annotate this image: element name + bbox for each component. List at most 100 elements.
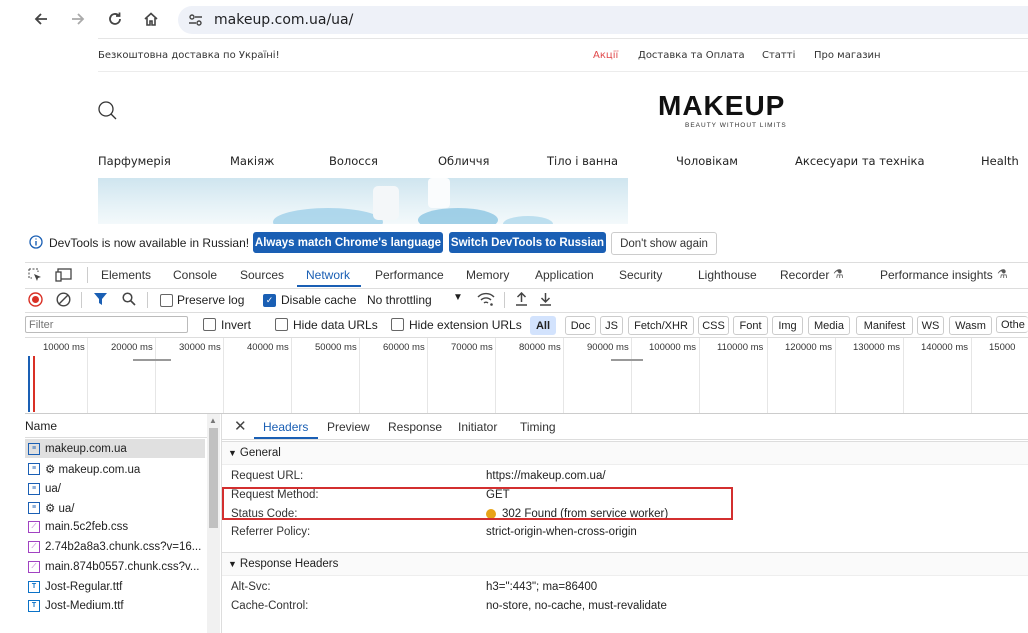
tab-console[interactable]: Console (173, 268, 217, 282)
dont-show-again-button[interactable]: Don't show again (611, 232, 717, 255)
network-conditions-icon[interactable] (477, 292, 495, 310)
header-value[interactable]: https://makeup.com.ua/ (486, 470, 606, 482)
always-match-language-button[interactable]: Always match Chrome's language (253, 232, 443, 253)
tab-application[interactable]: Application (535, 268, 594, 282)
dropdown-caret-icon[interactable]: ▼ (453, 292, 463, 303)
filter-funnel-icon[interactable] (94, 293, 107, 309)
site-settings-icon[interactable] (188, 13, 203, 30)
import-har-icon[interactable] (515, 291, 528, 309)
table-row[interactable]: ≡ ua/ (25, 479, 205, 498)
filter-css[interactable]: CSS (698, 316, 729, 335)
filter-wasm[interactable]: Wasm (949, 316, 992, 335)
category-body[interactable]: Тіло і ванна (547, 154, 618, 168)
tab-lighthouse[interactable]: Lighthouse (698, 268, 757, 282)
name-column-header[interactable]: Name (25, 419, 57, 433)
tab-network[interactable]: Network (306, 268, 350, 282)
promo-banner[interactable] (98, 178, 628, 224)
table-row[interactable]: T Jost-Medium.ttf (25, 596, 205, 615)
network-toolbar: Preserve log ✓ Disable cache No throttli… (25, 288, 1028, 313)
reload-icon[interactable] (104, 8, 126, 30)
record-stop-icon[interactable] (28, 292, 43, 310)
top-link-promotions[interactable]: Акції (593, 50, 618, 61)
infobar-message: DevTools is now available in Russian! (49, 236, 250, 250)
request-details-panel: ✕ Headers Preview Response Initiator Tim… (222, 414, 1028, 633)
throttling-select[interactable]: No throttling (367, 293, 432, 307)
device-toolbar-icon[interactable] (55, 268, 73, 285)
request-list-scrollbar[interactable]: ▲ (207, 414, 220, 633)
category-perfume[interactable]: Парфумерія (98, 154, 171, 168)
category-accessories[interactable]: Аксесуари та техніка (795, 154, 925, 168)
url-text[interactable]: makeup.com.ua/ua/ (214, 12, 353, 28)
export-har-icon[interactable] (539, 292, 552, 309)
table-row[interactable]: ⟋ main.874b0557.chunk.css?v... (25, 557, 205, 576)
address-bar[interactable]: makeup.com.ua/ua/ (178, 6, 1028, 34)
hide-extension-urls-checkbox[interactable] (391, 318, 404, 331)
filter-img[interactable]: Img (772, 316, 803, 335)
table-row[interactable]: ≡ ⚙ ua/ (25, 498, 205, 517)
timeline-tick: 20000 ms (111, 342, 153, 353)
filter-all[interactable]: All (530, 316, 556, 335)
timeline-tick: 70000 ms (451, 342, 493, 353)
tab-memory[interactable]: Memory (466, 268, 509, 282)
filter-js[interactable]: JS (600, 316, 623, 335)
filter-fetch-xhr[interactable]: Fetch/XHR (628, 316, 694, 335)
search-icon[interactable] (122, 292, 136, 309)
table-row[interactable]: ≡ makeup.com.ua (25, 439, 205, 458)
tab-recorder[interactable]: Recorder (780, 268, 829, 282)
tab-performance-insights[interactable]: Performance insights (880, 268, 993, 282)
response-headers-section-header[interactable]: ▼ Response Headers (222, 552, 1028, 576)
scrollbar-thumb[interactable] (209, 428, 218, 528)
timeline-gridline (563, 338, 564, 413)
header-value[interactable]: no-store, no-cache, must-revalidate (486, 600, 667, 612)
home-icon[interactable] (140, 8, 162, 30)
tab-performance[interactable]: Performance (375, 268, 444, 282)
invert-checkbox[interactable] (203, 318, 216, 331)
detail-tab-headers[interactable]: Headers (263, 420, 308, 434)
table-row[interactable]: ≡ ⚙ makeup.com.ua (25, 459, 205, 478)
detail-tab-response[interactable]: Response (388, 420, 442, 434)
filter-media[interactable]: Media (808, 316, 850, 335)
clear-icon[interactable] (56, 292, 71, 310)
category-makeup[interactable]: Макіяж (230, 154, 274, 168)
timeline-gridline (903, 338, 904, 413)
tab-elements[interactable]: Elements (101, 268, 151, 282)
header-value[interactable]: strict-origin-when-cross-origin (486, 526, 637, 538)
back-arrow-icon[interactable] (30, 8, 52, 30)
request-bar (611, 359, 643, 361)
detail-tab-initiator[interactable]: Initiator (458, 420, 497, 434)
filter-other[interactable]: Othe (996, 316, 1028, 333)
filter-ws[interactable]: WS (917, 316, 944, 335)
detail-tab-timing[interactable]: Timing (520, 420, 556, 434)
category-men[interactable]: Чоловікам (676, 154, 738, 168)
scroll-up-icon[interactable]: ▲ (209, 416, 217, 425)
preserve-log-checkbox[interactable] (160, 294, 173, 307)
filter-font[interactable]: Font (733, 316, 768, 335)
table-row[interactable]: ⟋ 2.74b2a8a3.chunk.css?v=16... (25, 537, 205, 556)
top-link-about[interactable]: Про магазин (814, 50, 881, 61)
filter-input[interactable] (25, 316, 188, 333)
tab-sources[interactable]: Sources (240, 268, 284, 282)
top-link-delivery[interactable]: Доставка та Оплата (638, 50, 745, 61)
category-hair[interactable]: Волосся (329, 154, 378, 168)
inspect-element-icon[interactable] (28, 268, 44, 285)
detail-tab-preview[interactable]: Preview (327, 420, 370, 434)
hide-data-urls-checkbox[interactable] (275, 318, 288, 331)
table-row[interactable]: T Jost-Regular.ttf (25, 577, 205, 596)
site-logo[interactable]: MAKEUP (658, 90, 785, 122)
general-section-header[interactable]: ▼ General (222, 441, 1028, 465)
switch-to-russian-button[interactable]: Switch DevTools to Russian (449, 232, 606, 253)
category-face[interactable]: Обличчя (438, 154, 489, 168)
table-row[interactable]: ⟋ main.5c2feb.css (25, 517, 205, 536)
category-health[interactable]: Health (981, 154, 1019, 168)
top-link-articles[interactable]: Статті (762, 50, 795, 61)
header-value[interactable]: h3=":443"; ma=86400 (486, 581, 597, 593)
timeline-tick: 80000 ms (519, 342, 561, 353)
filter-doc[interactable]: Doc (565, 316, 596, 335)
disable-cache-checkbox[interactable]: ✓ (263, 294, 276, 307)
search-icon[interactable] (97, 100, 119, 125)
network-overview-timeline[interactable]: 10000 ms 20000 ms 30000 ms 40000 ms 5000… (25, 338, 1028, 414)
filter-manifest[interactable]: Manifest (856, 316, 913, 335)
tab-security[interactable]: Security (619, 268, 662, 282)
close-icon[interactable]: ✕ (234, 417, 247, 435)
forward-arrow-icon[interactable] (67, 8, 89, 30)
